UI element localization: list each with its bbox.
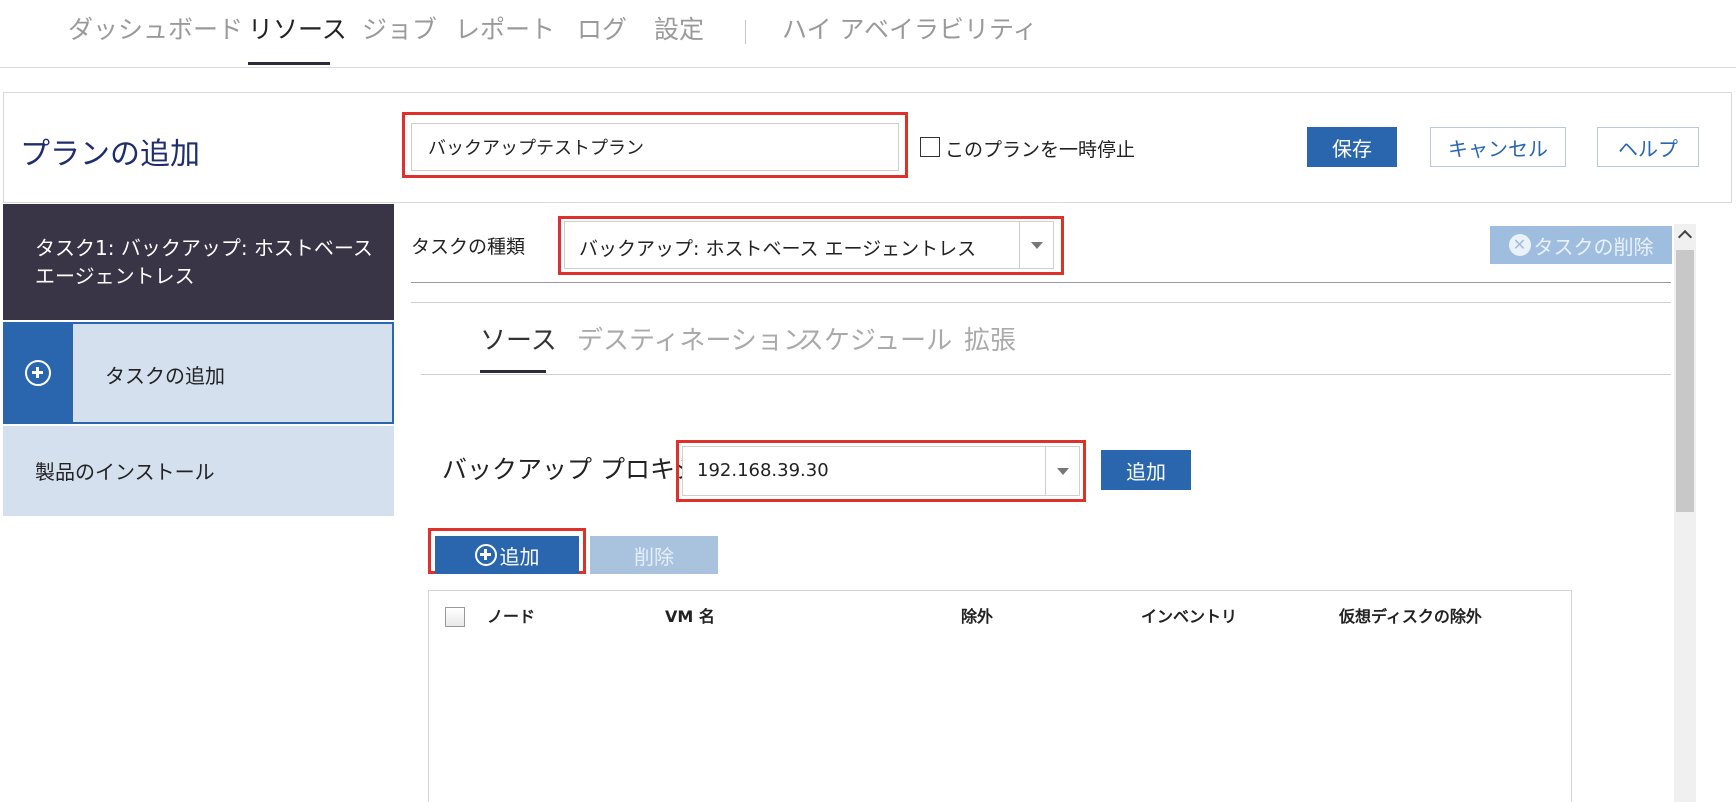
task-type-label: タスクの種類 [411,236,526,258]
nav-item-settings[interactable]: 設定 [654,12,704,48]
add-node-label: 追加 [499,544,540,569]
pause-plan-label: このプランを一時停止 [945,139,1136,161]
close-circle-icon: ✕ [1508,234,1531,256]
top-navigation: ダッシュボード リソース ジョブ レポート ログ 設定 ハイ アベイラビリティ [0,0,1736,68]
sidebar-item-add-task[interactable]: タスクの追加 [3,322,394,424]
delete-task-label: タスクの削除 [1533,234,1654,259]
column-header-inventory[interactable]: インベントリ [1141,603,1237,627]
tabs-bottom-rule [421,374,1671,375]
plus-circle-icon [474,544,497,566]
cancel-button[interactable]: キャンセル [1430,127,1566,167]
tab-advanced[interactable]: 拡張 [964,320,1016,357]
sidebar-item-task1[interactable]: タスク1: バックアップ: ホストベース エージェントレス [3,204,394,320]
sidebar-task-label: タスク1: バックアップ: ホストベース エージェントレス [35,236,373,288]
add-task-label: タスクの追加 [105,364,225,388]
install-label: 製品のインストール [35,460,215,484]
nav-separator [745,20,746,44]
task-type-select[interactable]: バックアップ: ホストベース エージェントレス [564,221,1054,269]
nav-item-reports[interactable]: レポート [455,12,555,48]
tab-destination[interactable]: デスティネーション [577,320,809,357]
delete-task-button[interactable]: ✕ タスクの削除 [1490,226,1672,264]
nav-item-resources[interactable]: リソース [248,12,347,48]
add-task-band [5,324,73,422]
source-nodes-table: ノード VM 名 除外 インベントリ 仮想ディスクの除外 [428,590,1572,802]
tab-source[interactable]: ソース [480,320,557,357]
column-header-virtual-disk-exclude[interactable]: 仮想ディスクの除外 [1339,603,1482,627]
nav-divider [0,67,1736,68]
save-button[interactable]: 保存 [1307,127,1397,167]
backup-proxy-select[interactable]: 192.168.39.30 [682,446,1080,496]
column-header-vm-name[interactable]: VM 名 [665,603,715,627]
nav-active-underline [248,62,330,65]
backup-proxy-label: バックアップ プロキシ [442,455,700,484]
plan-name-input[interactable] [411,123,899,171]
remove-node-button[interactable]: 削除 [590,536,718,574]
tab-active-underline [480,370,546,373]
task-type-value: バックアップ: ホストベース エージェントレス [579,238,977,260]
add-proxy-button[interactable]: 追加 [1101,450,1191,490]
nav-item-high-availability[interactable]: ハイ アベイラビリティ [782,12,1037,48]
sidebar-item-install[interactable]: 製品のインストール [3,426,394,516]
task-divider [411,282,1671,283]
select-all-checkbox[interactable] [445,607,465,627]
tab-schedule[interactable]: スケジュール [798,320,952,357]
chevron-down-icon[interactable] [1019,222,1053,268]
column-header-exclude[interactable]: 除外 [961,603,993,627]
pause-plan-checkbox[interactable] [920,137,940,157]
column-header-node[interactable]: ノード [487,603,535,627]
add-node-button[interactable]: 追加 [435,536,579,574]
nav-item-dashboard[interactable]: ダッシュボード [68,12,243,48]
help-button[interactable]: ヘルプ [1597,127,1699,167]
nav-item-logs[interactable]: ログ [577,12,627,48]
scrollbar-thumb[interactable] [1676,250,1694,512]
scroll-up-icon[interactable] [1676,226,1694,246]
page-title: プランの追加 [20,137,200,172]
chevron-down-icon[interactable] [1045,447,1079,495]
tabs-top-rule [411,302,1671,303]
plus-circle-icon [25,360,51,386]
backup-proxy-value: 192.168.39.30 [697,460,829,481]
nav-item-jobs[interactable]: ジョブ [362,12,437,48]
